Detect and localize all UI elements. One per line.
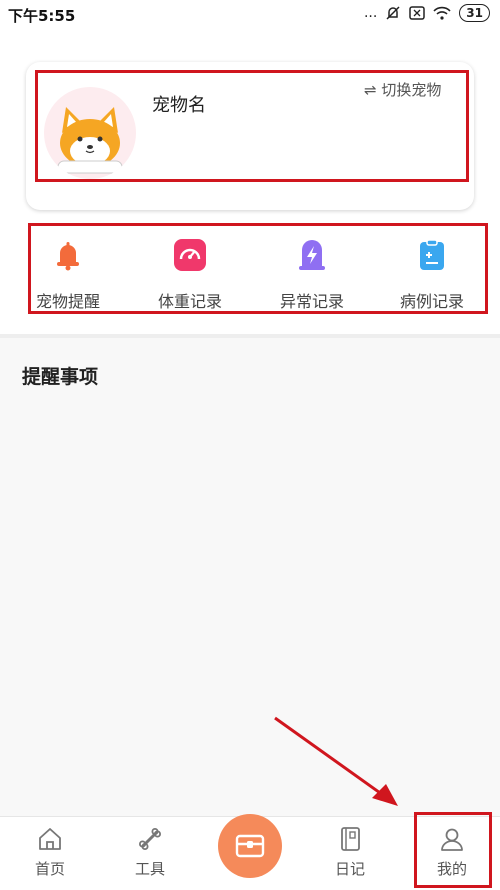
nav-diary[interactable]: 日记 — [310, 816, 390, 890]
status-dots: ... — [363, 5, 378, 21]
battery-indicator: 31 — [459, 4, 490, 22]
wifi-icon — [433, 6, 451, 20]
notebook-icon — [341, 827, 360, 851]
annotation-box-pet-card — [35, 70, 469, 182]
status-icons: ... 31 — [364, 4, 490, 22]
annotation-box-mine-tab — [414, 812, 492, 888]
nav-home[interactable]: 首页 — [10, 816, 90, 890]
nav-label: 工具 — [134, 860, 165, 878]
home-icon — [39, 828, 61, 850]
status-bar: 下午5:55 ... 31 — [0, 0, 500, 30]
chest-icon — [235, 834, 265, 858]
bone-icon — [139, 828, 161, 850]
mute-icon — [386, 6, 400, 20]
sim-icon — [409, 6, 426, 20]
nav-label: 首页 — [34, 860, 65, 878]
nav-tools[interactable]: 工具 — [110, 816, 190, 890]
reminders-title: 提醒事项 — [22, 366, 99, 388]
nav-center-button[interactable] — [218, 814, 282, 878]
reminder-list-area — [0, 338, 500, 816]
status-time: 下午5:55 — [8, 7, 76, 25]
nav-label: 日记 — [334, 860, 365, 878]
annotation-box-functions — [28, 223, 488, 314]
